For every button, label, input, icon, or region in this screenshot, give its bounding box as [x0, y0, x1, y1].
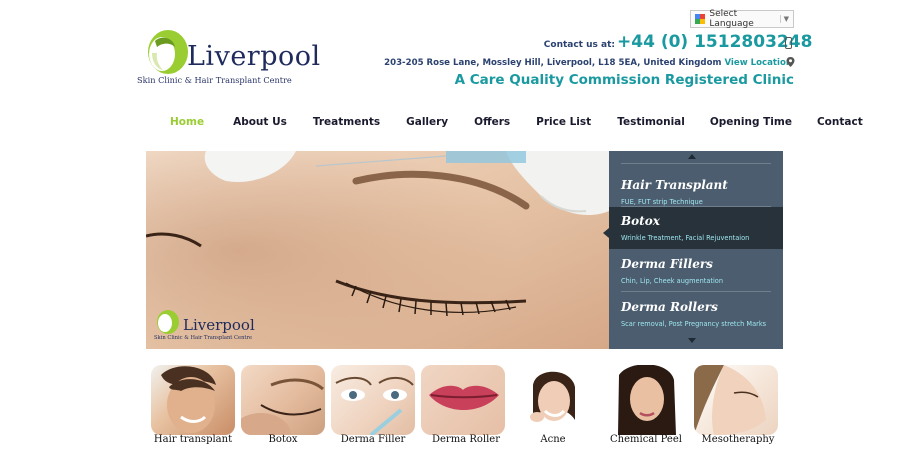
nav-treatments[interactable]: Treatments	[313, 116, 380, 132]
woman-profile-image	[694, 365, 766, 435]
nav-about-us[interactable]: About Us	[233, 116, 287, 132]
active-slide-pointer-icon	[603, 228, 609, 238]
thumb-label-mesotheraphy[interactable]: Mesotheraphy	[691, 434, 785, 445]
thumb-hair-transplant[interactable]	[151, 365, 235, 435]
cqc-tagline: A Care Quality Commission Registered Cli…	[454, 72, 794, 88]
main-nav: Home About Us Treatments Gallery Offers …	[160, 116, 863, 132]
thumb-label-hair-transplant[interactable]: Hair transplant	[151, 434, 235, 445]
thumb-botox[interactable]	[241, 365, 325, 435]
logo-tagline: Skin Clinic & Hair Transplant Centre	[137, 75, 292, 85]
nav-opening-time[interactable]: Opening Time	[710, 116, 792, 132]
slider-item-subtitle: FUE, FUT strip Technique	[621, 198, 703, 206]
slider-item-subtitle: Scar removal, Post Pregnancy stretch Mar…	[621, 320, 767, 328]
man-portrait-image	[161, 366, 216, 433]
address-text: 203-205 Rose Lane, Mossley Hill, Liverpo…	[384, 58, 722, 68]
logo-icon[interactable]	[143, 27, 189, 75]
map-pin-icon	[786, 57, 795, 67]
slider-divider	[621, 163, 771, 164]
hero-slide-image[interactable]: Liverpool Skin Clinic & Hair Transplant …	[146, 151, 609, 349]
slider-item-title: Derma Rollers	[621, 300, 718, 314]
slider-item-subtitle: Wrinkle Treatment, Facial Rejuventaion	[621, 234, 750, 242]
nav-contact[interactable]: Contact	[817, 116, 863, 132]
slider-item-derma-fillers[interactable]: Derma Fillers Chin, Lip, Cheek augmentat…	[609, 250, 783, 292]
thumb-acne[interactable]	[511, 365, 595, 435]
slider-item-title: Hair Transplant	[621, 178, 728, 192]
hero-logo-name: Liverpool	[183, 316, 255, 334]
mobile-phone-icon	[785, 37, 792, 49]
view-location-link[interactable]: View Location	[724, 58, 792, 68]
chevron-down-icon: ▼	[779, 15, 789, 23]
woman-smiling-image	[530, 371, 575, 422]
eye-closeup-image	[241, 378, 324, 435]
thumb-derma-filler[interactable]	[331, 365, 415, 435]
nav-offers[interactable]: Offers	[474, 116, 510, 132]
thumb-label-botox[interactable]: Botox	[241, 434, 325, 445]
slider-item-title: Botox	[621, 214, 660, 228]
language-selector-label: Select Language	[709, 9, 754, 29]
slider-up-arrow-icon[interactable]	[688, 154, 696, 159]
thumb-chemical-peel[interactable]	[604, 365, 688, 435]
address: 203-205 Rose Lane, Mossley Hill, Liverpo…	[384, 58, 792, 68]
thumb-label-derma-filler[interactable]: Derma Filler	[331, 434, 415, 445]
thumb-mesotheraphy[interactable]	[694, 365, 778, 435]
slider-item-title: Derma Fillers	[621, 257, 713, 271]
contact-label: Contact us at:	[543, 40, 615, 50]
slider-divider	[621, 291, 771, 292]
thumb-label-derma-roller[interactable]: Derma Roller	[421, 434, 511, 445]
eye-injection-image	[335, 377, 414, 435]
nav-home[interactable]: Home	[170, 116, 204, 132]
slider-item-subtitle: Chin, Lip, Cheek augmentation	[621, 277, 724, 285]
nav-price-list[interactable]: Price List	[536, 116, 591, 132]
phone-number[interactable]: +44 (0) 1512803248	[617, 32, 812, 52]
slider-item-botox[interactable]: Botox Wrinkle Treatment, Facial Rejuvent…	[609, 207, 783, 249]
lips-image	[429, 385, 499, 410]
thumb-derma-roller[interactable]	[421, 365, 505, 435]
logo-name[interactable]: Liverpool	[187, 41, 321, 72]
slider-down-arrow-icon[interactable]	[688, 338, 696, 343]
hero-logo-tagline: Skin Clinic & Hair Transplant Centre	[154, 335, 253, 341]
language-selector[interactable]: Select Language ▼	[690, 9, 794, 29]
hero-logo-icon	[157, 310, 179, 334]
google-translate-icon	[695, 14, 705, 24]
thumb-label-chemical-peel[interactable]: Chemical Peel	[601, 434, 691, 445]
nav-testimonial[interactable]: Testimonial	[617, 116, 685, 132]
thumb-label-acne[interactable]: Acne	[511, 434, 595, 445]
slider-panel: Hair Transplant FUE, FUT strip Technique…	[609, 151, 783, 349]
slider-item-derma-rollers[interactable]: Derma Rollers Scar removal, Post Pregnan…	[609, 293, 783, 335]
nav-gallery[interactable]: Gallery	[406, 116, 448, 132]
woman-portrait-image	[618, 365, 676, 435]
